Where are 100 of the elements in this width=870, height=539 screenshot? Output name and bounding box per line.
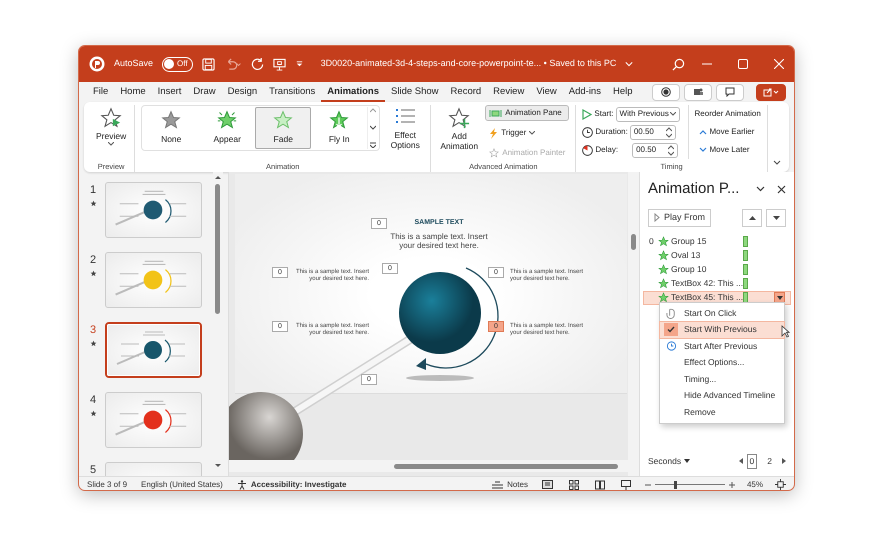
chevron-down-icon [698,147,707,153]
scroll-down-icon[interactable] [370,125,376,130]
ribbon-tab[interactable]: Transitions [263,82,322,102]
triangle-down-icon [776,296,782,300]
slide-sorter-icon[interactable] [568,480,579,490]
check-icon [667,326,675,334]
maximize-icon[interactable] [738,59,748,69]
fit-slide-icon[interactable] [775,479,786,490]
share-button[interactable] [756,84,786,100]
editor-horizontal-scrollbar[interactable] [229,460,628,472]
start-label: Start: [594,108,614,120]
scroll-up-icon[interactable] [370,108,376,113]
move-down-button[interactable] [766,208,786,226]
duration-field[interactable]: 00.50 [630,124,676,140]
ribbon-tab[interactable]: View [530,82,563,102]
animation-item[interactable]: Group 10 [643,262,791,276]
menu-item[interactable]: Timing... [660,371,784,388]
star-burst-icon [658,250,669,261]
animation-pane-button[interactable]: Animation Pane [485,105,570,121]
redo-icon[interactable] [250,58,264,70]
presenter-icon[interactable] [272,58,286,70]
menu-item[interactable]: Start On Click [660,305,784,322]
accessibility-icon [236,480,247,490]
ribbon-tab[interactable]: File [87,82,114,102]
star-burst-icon [658,236,669,247]
zoom-slider[interactable] [654,480,725,488]
editor-vertical-scrollbar[interactable] [628,172,639,476]
menu-item[interactable]: Start With Previous [660,322,784,338]
collapse-ribbon-icon[interactable] [773,160,781,166]
ribbon-tab[interactable]: Slide Show [385,82,445,102]
clock-icon [666,340,676,352]
animation-item[interactable]: 0 Group 15 [643,234,791,248]
ribbon-tab[interactable]: Review [487,82,530,102]
delay-field[interactable]: 00.50 [632,142,678,158]
more-icon[interactable] [370,142,376,148]
timeline-bar [743,250,748,261]
reading-view-icon[interactable] [594,480,605,490]
animation-option[interactable]: Fade [255,107,312,149]
move-up-button[interactable] [742,208,762,226]
menu-item[interactable]: Effect Options... [660,354,784,371]
ribbon-tab[interactable]: Draw [187,82,222,102]
ribbon-tab[interactable]: Insert [152,82,188,102]
customize-caret-icon[interactable] [294,60,304,68]
timeline-bar [743,278,748,289]
save-icon[interactable] [202,58,215,70]
close-icon[interactable] [777,184,786,194]
menu-item[interactable]: Remove [660,404,784,420]
zoom-out-icon[interactable] [644,482,651,488]
menu-item[interactable]: Hide Advanced Timeline [660,388,784,404]
star-burst-icon [658,264,669,275]
pale-star-icon [273,110,294,130]
trigger-button[interactable]: Trigger [485,125,570,141]
animation-item[interactable]: Oval 13 [643,248,791,262]
slide-intro-text: This is a sample text. Insert your desired text here. [389,232,489,250]
ribbon-tab[interactable]: Record [444,82,488,102]
normal-view-icon[interactable] [542,480,553,489]
animation-item[interactable]: TextBox 42: This ... [643,276,791,290]
animation-option[interactable]: None [143,107,200,149]
delay-label: Delay: [595,144,618,156]
zoom-in-icon[interactable] [728,482,735,488]
effect-options-button[interactable]: Effect Options [386,105,424,153]
animation-option[interactable]: Appear [199,107,256,149]
seconds-dropdown[interactable]: Seconds [648,455,682,468]
zoom-thumb[interactable] [674,480,678,488]
start-dropdown[interactable]: With Previous [616,106,680,122]
accessibility-status[interactable]: Accessibility: Investigate [250,478,346,490]
caret-icon [684,459,690,464]
ribbon-tab[interactable]: Animations [321,82,386,102]
play-from-button[interactable]: Play From [648,208,712,226]
menu-item[interactable]: Start After Previous [660,338,784,354]
caret-icon [670,112,676,116]
triangle-up-icon [748,216,756,220]
search-icon[interactable] [672,58,686,70]
play-icon [582,108,592,120]
move-later-button[interactable]: Move Later [694,141,761,159]
record-button[interactable] [652,84,680,100]
ribbon-tab[interactable]: Help [606,82,639,102]
preview-button[interactable]: Preview [94,105,128,148]
autosave-toggle[interactable]: Off [162,56,193,72]
scroll-down-icon [215,464,221,468]
zoom-percentage[interactable]: 45% [746,478,763,490]
ribbon-tab[interactable]: Design [222,82,264,102]
scroll-left-icon[interactable] [738,458,743,464]
dropdown-button[interactable] [774,292,785,303]
slide-show-icon[interactable] [620,480,631,490]
star-play-icon [100,107,122,129]
comment-button[interactable] [716,84,744,100]
move-earlier-button[interactable]: Move Earlier [694,123,761,141]
animation-star-icon [90,410,96,416]
ribbon-tab[interactable]: Add-ins [562,82,607,102]
notes-button[interactable]: Notes [507,478,528,490]
language-status[interactable]: English (United States) [141,478,223,490]
chevron-down-icon[interactable] [756,186,765,192]
slide-count: Slide 3 of 9 [87,478,128,490]
ribbon-tab[interactable]: Home [114,82,152,102]
animation-option[interactable]: Fly In [311,107,368,149]
document-title[interactable]: 3D0020-animated-3d-4-steps-and-core-powerpoint-te... • Saved to this PC [320,57,616,71]
scroll-right-icon[interactable] [782,458,786,464]
add-animation-button[interactable]: Add Animation [437,105,482,154]
star-plus-icon [448,107,470,129]
